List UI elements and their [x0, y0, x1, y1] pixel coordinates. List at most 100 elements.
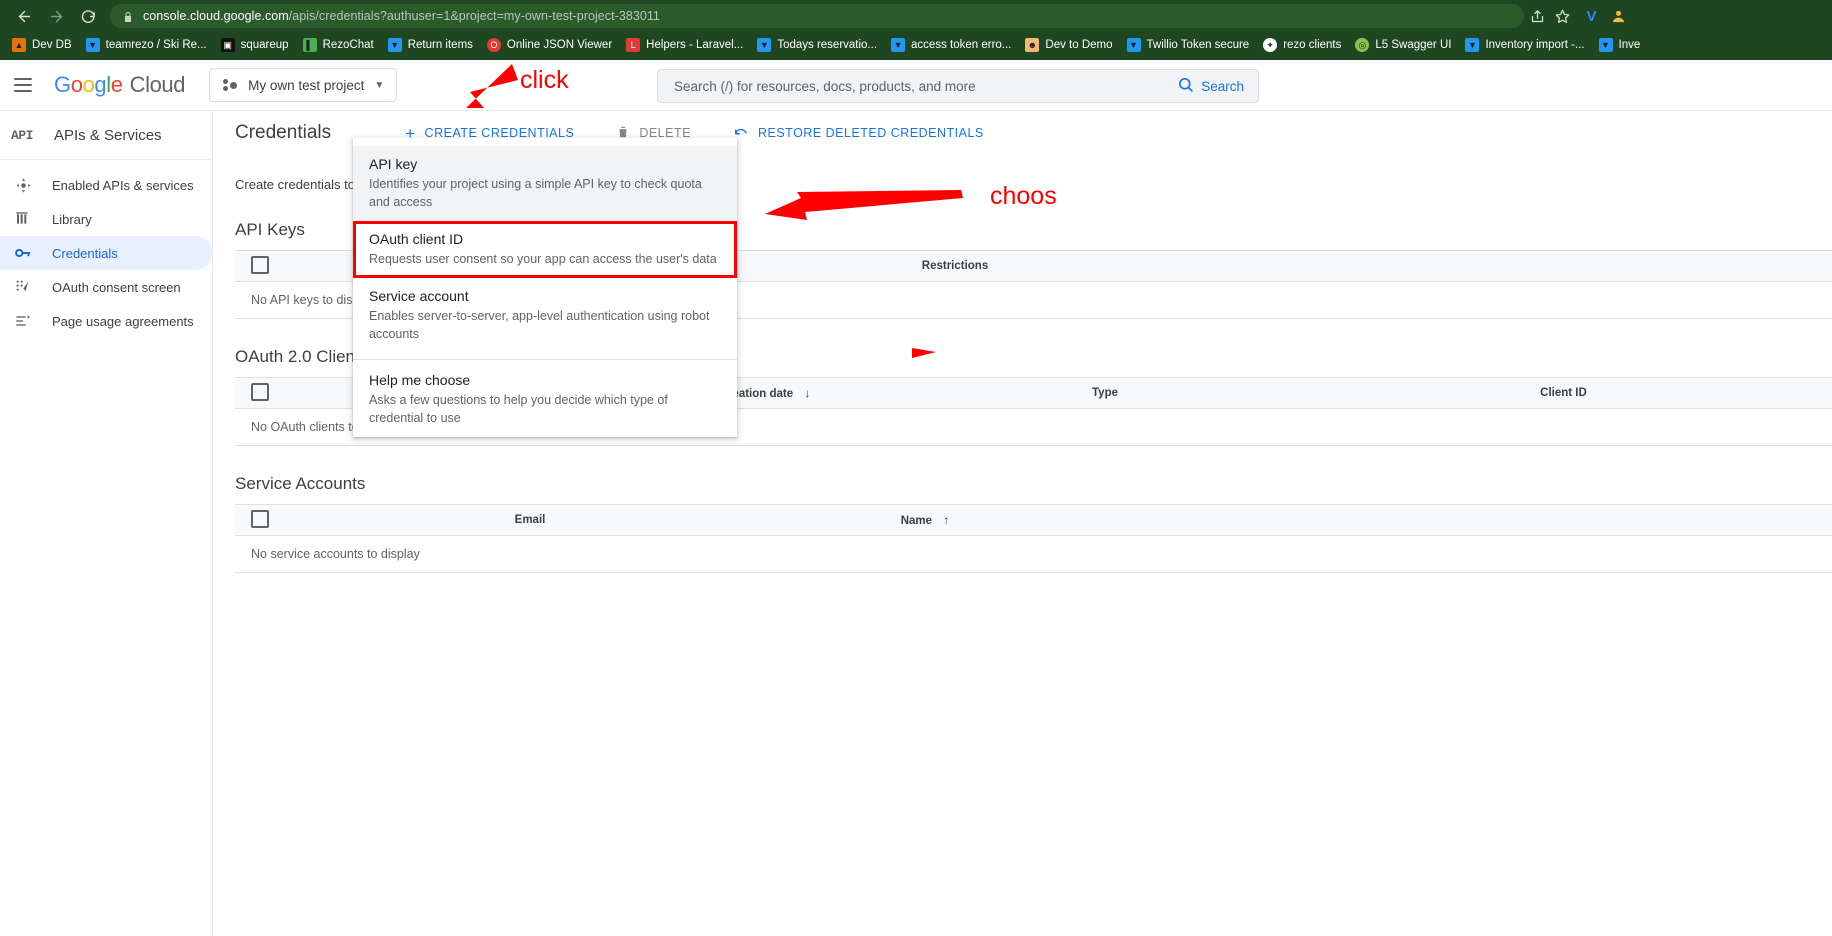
bookmark-label: teamrezo / Ski Re...: [105, 39, 207, 51]
menu-item-service-account[interactable]: Service account Enables server-to-server…: [353, 278, 737, 353]
sidebar-item-enabled-apis[interactable]: Enabled APIs & services: [0, 168, 212, 202]
sidebar-item-label: Enabled APIs & services: [52, 177, 194, 193]
bookmark-label: Inve: [1618, 39, 1641, 51]
menu-item-title: OAuth client ID: [369, 231, 464, 247]
bookmark-item[interactable]: ▼ access token erro...: [885, 35, 1017, 55]
menu-item-api-key[interactable]: API key Identifies your project using a …: [353, 146, 737, 221]
bookmark-label: Inventory import -...: [1485, 39, 1585, 51]
select-all-checkbox-cell[interactable]: [235, 504, 285, 536]
bookmark-item[interactable]: ▌ RezoChat: [297, 35, 380, 55]
menu-divider: [353, 359, 737, 360]
section-title-service-accounts: Service Accounts: [235, 474, 366, 493]
bookmark-item[interactable]: ▼ teamrezo / Ski Re...: [80, 35, 213, 55]
bookmark-item[interactable]: ▲ Dev DB: [6, 35, 78, 55]
bookmark-item[interactable]: ☻ Dev to Demo: [1019, 35, 1118, 55]
sidebar-product-title: APIs & Services: [54, 126, 162, 144]
dashboard-icon: [12, 175, 34, 195]
table-empty-row: No service accounts to display: [235, 535, 1832, 573]
arrow-down-icon: ↓: [804, 386, 811, 400]
search-input[interactable]: [658, 71, 1178, 101]
service-accounts-table: Email Name ↑ No service accounts to disp…: [235, 504, 1832, 573]
bookmark-item[interactable]: ▼ Inve: [1593, 35, 1647, 55]
reload-icon[interactable]: [74, 2, 102, 30]
select-all-checkbox[interactable]: [251, 509, 269, 528]
column-header-client-id[interactable]: Client ID: [1295, 377, 1832, 409]
project-name: My own test project: [248, 77, 365, 93]
column-header-email[interactable]: Email: [285, 504, 775, 536]
menu-item-title: Service account: [369, 288, 469, 304]
bookmark-item[interactable]: ▼ Inventory import -...: [1459, 35, 1590, 55]
bookmark-favicon-icon: O: [486, 38, 501, 52]
bookmark-item[interactable]: ▣ squareup: [215, 35, 295, 55]
column-header-name[interactable]: Name ↑: [775, 504, 1075, 536]
bookmark-label: Online JSON Viewer: [506, 39, 613, 51]
share-icon[interactable]: [1530, 9, 1545, 24]
sidebar-item-label: Library: [52, 211, 92, 227]
app-header: Go o g l e Cloud My own test project ▼ Search: [0, 60, 1832, 111]
create-credentials-menu: API key Identifies your project using a …: [353, 138, 737, 437]
bookmark-item[interactable]: ◎ L5 Swagger UI: [1349, 35, 1457, 55]
column-header-type[interactable]: Type: [915, 377, 1295, 409]
back-arrow-icon[interactable]: [10, 2, 38, 30]
bookmark-label: Helpers - Laravel...: [646, 39, 744, 51]
bookmark-favicon-icon: ▼: [1598, 38, 1613, 52]
bookmark-item[interactable]: ✦ rezo clients: [1257, 35, 1347, 55]
bookmark-item[interactable]: ▼ Return items: [382, 35, 479, 55]
select-all-checkbox-cell[interactable]: [235, 250, 285, 282]
bookmark-favicon-icon: ▼: [757, 38, 772, 52]
agreements-icon: [12, 311, 34, 331]
bookmark-label: rezo clients: [1283, 39, 1342, 51]
star-icon[interactable]: [1555, 9, 1570, 24]
project-picker[interactable]: My own test project ▼: [209, 68, 398, 102]
sidebar-item-oauth-consent-screen[interactable]: OAuth consent screen: [0, 270, 212, 304]
url-text: console.cloud.google.com/apis/credential…: [143, 9, 660, 23]
select-all-checkbox-cell[interactable]: [235, 377, 285, 409]
sidebar-item-library[interactable]: Library: [0, 202, 212, 236]
sidebar-item-label: OAuth consent screen: [52, 279, 181, 295]
bookmark-favicon-icon: ▼: [891, 38, 906, 52]
bookmark-favicon-icon: ▲: [12, 38, 26, 52]
lock-icon: [122, 10, 134, 22]
bookmark-label: Todays reservatio...: [777, 39, 878, 51]
chevron-down-icon: ▼: [374, 79, 385, 91]
menu-item-oauth-client-id[interactable]: OAuth client ID Requests user consent so…: [353, 221, 737, 278]
bookmark-favicon-icon: ☻: [1025, 38, 1040, 52]
vimeo-extension-icon[interactable]: V: [1584, 8, 1599, 25]
search-button[interactable]: Search: [1177, 76, 1258, 96]
key-icon: [12, 243, 34, 263]
sidebar-item-page-usage-agreements[interactable]: Page usage agreements: [0, 304, 212, 338]
bookmark-label: RezoChat: [322, 39, 374, 51]
restore-label: RESTORE DELETED CREDENTIALS: [757, 126, 984, 140]
forward-arrow-icon[interactable]: [42, 2, 70, 30]
menu-item-help-me-choose[interactable]: Help me choose Asks a few questions to h…: [353, 362, 737, 437]
sidebar: API APIs & Services Enabled APIs & servi…: [0, 111, 213, 936]
select-all-checkbox[interactable]: [251, 255, 269, 274]
global-search[interactable]: Search: [657, 69, 1259, 103]
menu-item-description: Enables server-to-server, app-level auth…: [369, 309, 710, 341]
select-all-checkbox[interactable]: [251, 382, 269, 401]
bookmark-favicon-icon: ◎: [1355, 38, 1370, 52]
bookmark-item[interactable]: L Helpers - Laravel...: [620, 35, 749, 55]
address-bar[interactable]: console.cloud.google.com/apis/credential…: [110, 4, 1524, 28]
profile-avatar-icon[interactable]: [1611, 9, 1626, 24]
restore-deleted-credentials-button[interactable]: RESTORE DELETED CREDENTIALS: [723, 119, 994, 148]
bookmark-item[interactable]: ▼ Twillio Token secure: [1121, 35, 1256, 55]
bookmark-item[interactable]: ▼ Todays reservatio...: [751, 35, 883, 55]
extension-icons: V: [1584, 8, 1626, 25]
bookmark-item[interactable]: O Online JSON Viewer: [481, 35, 618, 55]
bookmark-label: access token erro...: [911, 39, 1012, 51]
menu-item-title: API key: [369, 156, 418, 172]
library-icon: [12, 209, 34, 229]
consent-icon: [12, 277, 34, 297]
menu-item-description: Identifies your project using a simple A…: [369, 177, 702, 209]
menu-item-description: Asks a few questions to help you decide …: [369, 393, 668, 425]
bookmark-label: Twillio Token secure: [1146, 39, 1250, 51]
omnibox-actions: [1530, 9, 1576, 24]
sidebar-item-credentials[interactable]: Credentials: [0, 236, 212, 270]
arrow-up-icon: ↑: [943, 513, 950, 527]
project-icon: [222, 77, 238, 93]
hamburger-icon[interactable]: [14, 73, 38, 97]
url-domain: console.cloud.google.com: [143, 9, 289, 23]
menu-item-title: Help me choose: [369, 372, 471, 388]
bookmark-favicon-icon: ✦: [1263, 38, 1278, 52]
